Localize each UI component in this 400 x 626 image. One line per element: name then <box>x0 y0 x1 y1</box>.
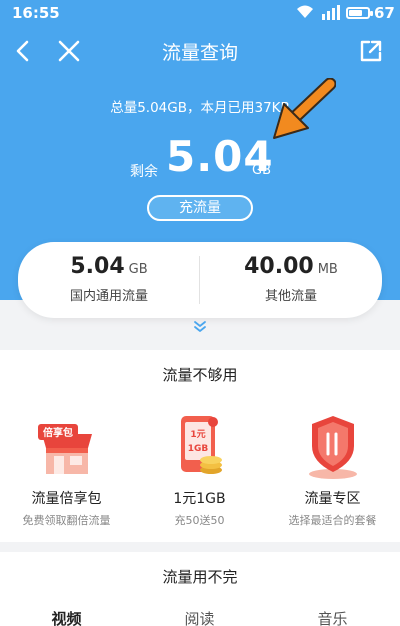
package-one-yuan[interactable]: 1元 1GB 1元1GB 充50送50 <box>133 412 266 528</box>
remaining-label: 剩余 <box>130 164 158 180</box>
stat-unit: MB <box>317 262 338 277</box>
section-not-enough: 流量不够用 倍享包 流量倍享包 免费领取翻倍流量 1元 1GB 1元1GB 充5… <box>0 350 400 542</box>
battery-level: 67 <box>374 4 395 22</box>
tab-video[interactable]: 视频 <box>0 608 133 626</box>
badge-line-2: 1GB <box>187 444 208 454</box>
package-title: 流量专区 <box>304 491 361 507</box>
status-time: 16:55 <box>12 4 60 22</box>
category-tabs: 视频 阅读 音乐 <box>0 608 400 626</box>
tab-music[interactable]: 音乐 <box>266 608 399 626</box>
stat-other: 40.00 MB 其他流量 <box>200 254 382 304</box>
badge-text: 倍享包 <box>43 426 73 439</box>
status-bar: 16:55 67 <box>0 0 400 26</box>
package-double[interactable]: 倍享包 流量倍享包 免费领取翻倍流量 <box>0 412 133 528</box>
stats-card: 5.04 GB 国内通用流量 40.00 MB 其他流量 <box>18 242 382 318</box>
signal-icon <box>322 5 340 20</box>
stat-value: 5.04 <box>70 254 125 279</box>
stat-label: 国内通用流量 <box>69 289 148 304</box>
stat-label: 其他流量 <box>264 289 317 304</box>
package-title: 流量倍享包 <box>31 491 102 507</box>
nav-bar: 流量查询 <box>0 26 400 76</box>
section-title: 流量用不完 <box>162 568 238 586</box>
chevron-down-icon[interactable] <box>193 320 207 334</box>
recharge-button[interactable]: 充流量 <box>147 195 253 221</box>
shield-icon <box>308 416 357 479</box>
package-subtitle: 充50送50 <box>174 514 225 527</box>
double-package-icon: 倍享包 <box>37 424 92 474</box>
battery-icon <box>346 7 373 19</box>
tab-reading[interactable]: 阅读 <box>133 608 266 626</box>
arrow-annotation-icon <box>273 78 336 139</box>
phone-coin-icon: 1元 1GB <box>180 416 222 474</box>
stat-domestic: 5.04 GB 国内通用流量 <box>18 254 200 304</box>
package-subtitle: 免费领取翻倍流量 <box>22 514 111 527</box>
stat-unit: GB <box>128 262 148 277</box>
package-subtitle: 选择最适合的套餐 <box>288 514 377 527</box>
share-icon[interactable] <box>356 36 386 66</box>
wifi-icon <box>297 5 313 18</box>
section-too-much: 流量用不完 视频 阅读 音乐 <box>0 552 400 626</box>
badge-line-1: 1元 <box>190 429 205 440</box>
package-zone[interactable]: 流量专区 选择最适合的套餐 <box>266 412 399 528</box>
usage-summary: 总量5.04GB，本月已用37KB <box>110 100 290 116</box>
remaining-unit: GB <box>252 163 271 178</box>
package-title: 1元1GB <box>173 491 226 507</box>
section-title: 流量不够用 <box>162 366 238 384</box>
page-title: 流量查询 <box>161 42 238 64</box>
stat-value: 40.00 <box>244 254 314 279</box>
